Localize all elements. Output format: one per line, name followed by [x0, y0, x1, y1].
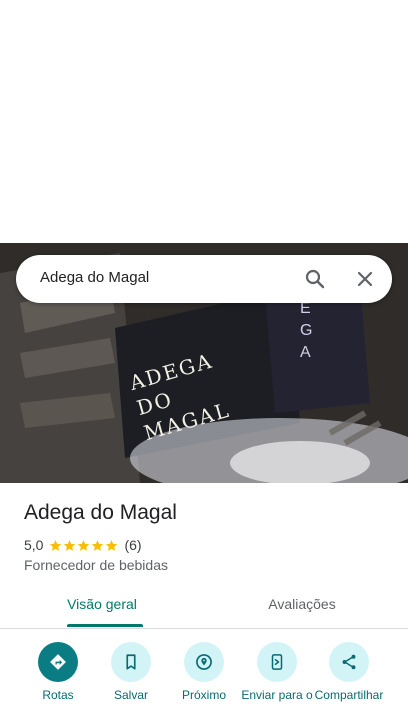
search-bar[interactable]: Adega do Magal: [16, 255, 392, 303]
tab-reviews[interactable]: Avaliações: [200, 588, 404, 628]
directions-button[interactable]: Rotas: [21, 640, 95, 702]
send-to-phone-button[interactable]: Enviar para o: [240, 640, 314, 702]
save-label: Salvar: [113, 688, 148, 702]
nearby-label: Próximo: [181, 688, 226, 702]
star-icon: [50, 539, 62, 551]
star-icon: [106, 539, 118, 551]
tab-overview[interactable]: Visão geral: [0, 588, 204, 628]
share-button[interactable]: Compartilhar: [312, 640, 386, 702]
star-icon: [78, 539, 90, 551]
map-area: [0, 0, 408, 243]
share-icon: [329, 642, 369, 682]
rating-value: 5,0: [24, 537, 44, 553]
tab-bar: Visão geral Avaliações: [0, 588, 408, 629]
review-count[interactable]: (6): [124, 537, 141, 553]
star-icon: [64, 539, 76, 551]
nearby-icon: [184, 642, 224, 682]
rating-stars: [49, 539, 119, 552]
close-icon[interactable]: [353, 267, 377, 291]
place-name: Adega do Magal: [24, 501, 177, 524]
bookmark-icon: [111, 642, 151, 682]
send-to-phone-icon: [257, 642, 297, 682]
photo-side-sign-text: EGA: [300, 300, 316, 361]
directions-label: Rotas: [42, 688, 74, 702]
search-query[interactable]: Adega do Magal: [40, 269, 149, 286]
rating-row[interactable]: 5,0 (6): [24, 536, 142, 554]
active-tab-indicator: [67, 624, 143, 627]
send-to-phone-label: Enviar para o: [241, 688, 313, 702]
nearby-button[interactable]: Próximo: [167, 640, 241, 702]
search-icon[interactable]: [303, 267, 327, 291]
action-bar: Rotas Salvar Próximo Enviar para o Compa…: [0, 640, 408, 726]
place-category: Fornecedor de bebidas: [24, 557, 168, 573]
save-button[interactable]: Salvar: [94, 640, 168, 702]
star-icon: [92, 539, 104, 551]
directions-icon: [38, 642, 78, 682]
share-label: Compartilhar: [314, 688, 384, 702]
